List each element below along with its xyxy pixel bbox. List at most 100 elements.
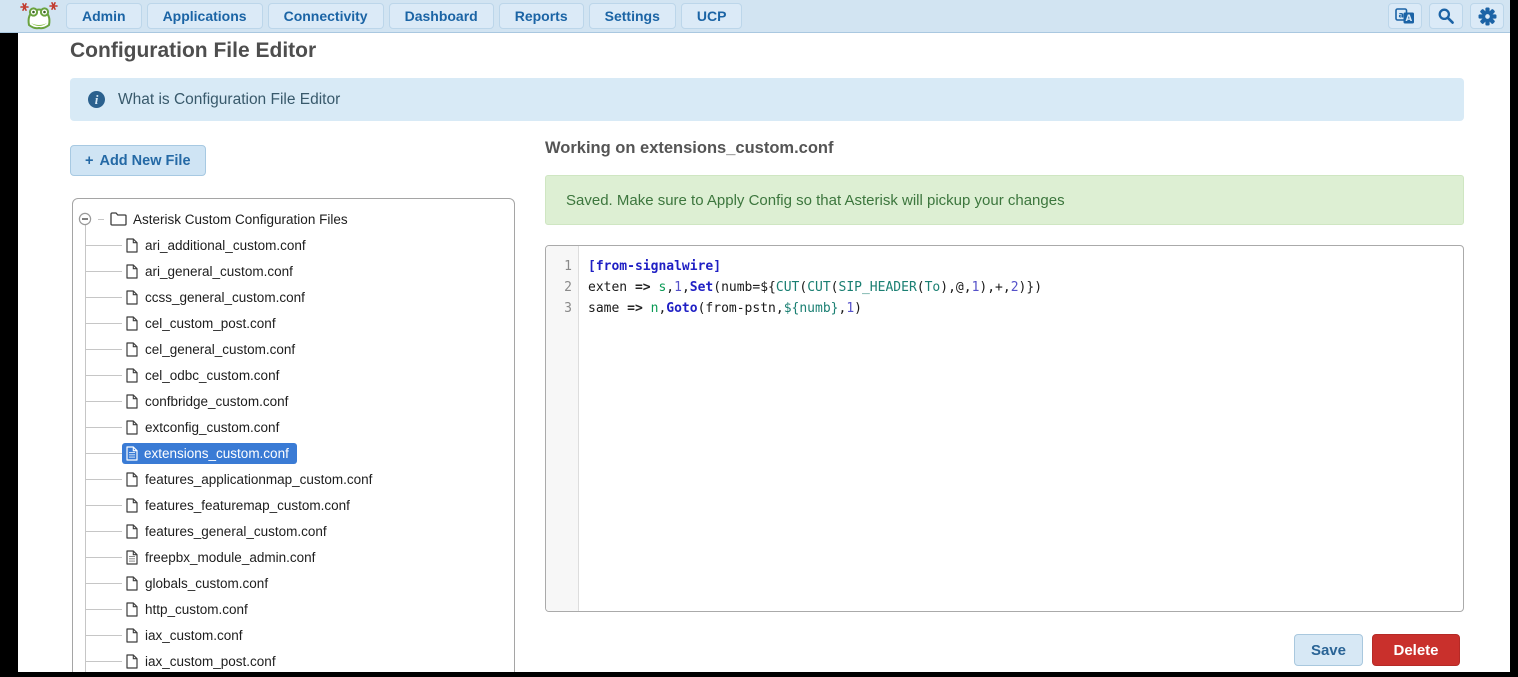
add-new-file-button[interactable]: + Add New File — [70, 145, 206, 176]
code-line[interactable]: 1[from-signalwire] — [546, 256, 1463, 277]
code-line[interactable]: 2exten => s,1,Set(numb=${CUT(CUT(SIP_HEA… — [546, 277, 1463, 298]
tree-connector — [85, 531, 122, 532]
tree-file-row: http_custom.conf — [73, 596, 514, 622]
tree-connector — [85, 427, 122, 428]
file-name[interactable]: cel_general_custom.conf — [145, 342, 295, 357]
file-blank-icon — [126, 420, 138, 435]
letterbox-right — [1510, 0, 1518, 677]
tree-root-label: Asterisk Custom Configuration Files — [133, 212, 348, 227]
file-name[interactable]: iax_custom_post.conf — [145, 654, 276, 669]
tree-connector — [85, 635, 122, 636]
file-text-icon — [126, 550, 138, 565]
letterbox-bottom — [0, 672, 1518, 677]
file-blank-icon — [126, 498, 138, 513]
tree-connector — [85, 297, 122, 298]
editor-actions: Save Delete — [1294, 634, 1460, 666]
file-name[interactable]: globals_custom.conf — [145, 576, 268, 591]
tree-file-row: globals_custom.conf — [73, 570, 514, 596]
file-blank-icon — [126, 602, 138, 617]
tree-connector — [85, 557, 122, 558]
delete-button[interactable]: Delete — [1372, 634, 1460, 666]
file-blank-icon — [126, 628, 138, 643]
file-name[interactable]: ccss_general_custom.conf — [145, 290, 305, 305]
tree-file-row: ari_general_custom.conf — [73, 258, 514, 284]
file-name[interactable]: freepbx_module_admin.conf — [145, 550, 315, 565]
nav-icon-buttons: a A — [1388, 3, 1510, 29]
tree-file-row: iax_custom.conf — [73, 622, 514, 648]
code-text: same => n,Goto(from-pstn,${numb},1) — [579, 298, 862, 319]
frog-logo-icon — [20, 1, 58, 31]
language-icon: a A — [1395, 8, 1415, 25]
code-text: [from-signalwire] — [579, 256, 721, 277]
settings-button[interactable] — [1470, 3, 1504, 29]
tree-root-node[interactable]: Asterisk Custom Configuration Files — [73, 206, 514, 232]
file-blank-icon — [126, 654, 138, 669]
tree-file-row: confbridge_custom.conf — [73, 388, 514, 414]
tree-file-row: freepbx_module_admin.conf — [73, 544, 514, 570]
folder-icon — [110, 212, 127, 226]
file-name[interactable]: cel_custom_post.conf — [145, 316, 276, 331]
code-lines[interactable]: 1[from-signalwire]2exten => s,1,Set(numb… — [546, 246, 1463, 319]
letterbox-left — [0, 33, 18, 677]
file-blank-icon — [126, 238, 138, 253]
tree-connector — [98, 219, 104, 220]
file-name[interactable]: ari_general_custom.conf — [145, 264, 293, 279]
editor-column: Working on extensions_custom.conf Saved.… — [545, 33, 1464, 672]
file-name[interactable]: http_custom.conf — [145, 602, 248, 617]
tree-connector — [85, 661, 122, 662]
file-blank-icon — [126, 524, 138, 539]
page-content: Configuration File Editor i What is Conf… — [18, 33, 1510, 672]
file-text-icon — [126, 446, 138, 461]
selected-file-item[interactable]: extensions_custom.conf — [122, 443, 297, 464]
tree-file-list: ari_additional_custom.conf ari_general_c… — [73, 232, 514, 677]
file-name[interactable]: features_featuremap_custom.conf — [145, 498, 350, 513]
tree-connector — [85, 323, 122, 324]
tree-connector — [85, 401, 122, 402]
file-name[interactable]: extconfig_custom.conf — [145, 420, 279, 435]
tree-file-row: cel_custom_post.conf — [73, 310, 514, 336]
language-button[interactable]: a A — [1388, 3, 1422, 29]
tree-connector — [85, 245, 122, 246]
info-icon: i — [88, 91, 105, 108]
freepbx-logo[interactable] — [20, 1, 60, 31]
collapse-minus-icon[interactable] — [78, 212, 92, 226]
file-blank-icon — [126, 394, 138, 409]
nav-tab-settings[interactable]: Settings — [589, 3, 676, 29]
nav-tab-ucp[interactable]: UCP — [681, 3, 743, 29]
page-title: Configuration File Editor — [70, 39, 316, 63]
search-button[interactable] — [1429, 3, 1463, 29]
nav-tab-dashboard[interactable]: Dashboard — [389, 3, 494, 29]
nav-tab-applications[interactable]: Applications — [147, 3, 263, 29]
tree-file-row: features_applicationmap_custom.conf — [73, 466, 514, 492]
file-name[interactable]: ari_additional_custom.conf — [145, 238, 306, 253]
file-name[interactable]: features_general_custom.conf — [145, 524, 327, 539]
svg-text:a: a — [1398, 10, 1403, 19]
file-blank-icon — [126, 576, 138, 591]
file-name[interactable]: confbridge_custom.conf — [145, 394, 288, 409]
file-tree-panel: Asterisk Custom Configuration Files ari_… — [72, 198, 515, 677]
file-name[interactable]: iax_custom.conf — [145, 628, 243, 643]
saved-success-alert: Saved. Make sure to Apply Config so that… — [545, 175, 1464, 225]
tree-connector — [85, 453, 122, 454]
code-line[interactable]: 3same => n,Goto(from-pstn,${numb},1) — [546, 298, 1463, 319]
code-editor[interactable]: 1[from-signalwire]2exten => s,1,Set(numb… — [545, 245, 1464, 612]
file-name[interactable]: cel_odbc_custom.conf — [145, 368, 279, 383]
file-name[interactable]: features_applicationmap_custom.conf — [145, 472, 372, 487]
tree-connector — [85, 349, 122, 350]
file-blank-icon — [126, 368, 138, 383]
tree-file-row: cel_general_custom.conf — [73, 336, 514, 362]
code-text: exten => s,1,Set(numb=${CUT(CUT(SIP_HEAD… — [579, 277, 1042, 298]
tree-connector — [85, 583, 122, 584]
tree-file-row: extconfig_custom.conf — [73, 414, 514, 440]
file-blank-icon — [126, 316, 138, 331]
file-blank-icon — [126, 264, 138, 279]
tree-file-row: cel_odbc_custom.conf — [73, 362, 514, 388]
nav-tab-reports[interactable]: Reports — [499, 3, 584, 29]
tree-file-row: ccss_general_custom.conf — [73, 284, 514, 310]
add-new-file-label: Add New File — [99, 153, 190, 169]
file-blank-icon — [126, 472, 138, 487]
nav-tab-connectivity[interactable]: Connectivity — [268, 3, 384, 29]
nav-tab-admin[interactable]: Admin — [66, 3, 142, 29]
line-number: 2 — [546, 277, 579, 298]
save-button[interactable]: Save — [1294, 634, 1363, 666]
